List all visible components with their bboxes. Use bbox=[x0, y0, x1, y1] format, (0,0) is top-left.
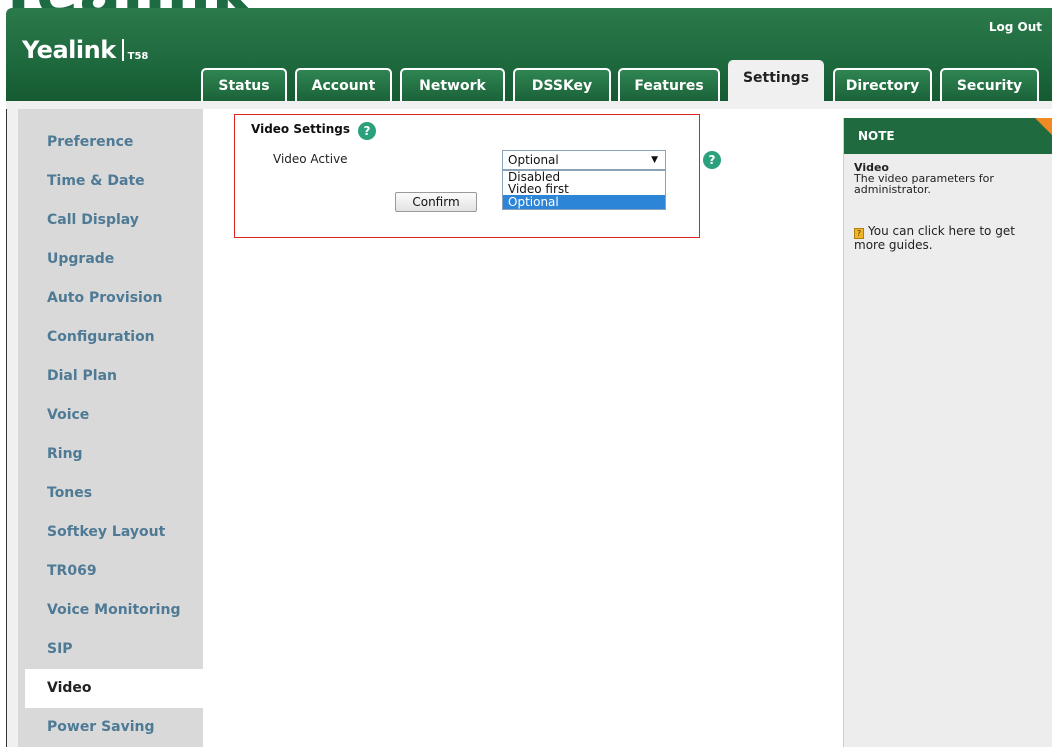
dropdown-option-optional[interactable]: Optional bbox=[503, 195, 665, 209]
main-content: Video Settings ? Video Active Optional ▼… bbox=[203, 109, 839, 747]
tab-underline-bar bbox=[6, 101, 1052, 109]
note-description: The video parameters for administrator. bbox=[854, 172, 994, 196]
sidebar-item-sip[interactable]: SIP bbox=[18, 630, 203, 669]
top-logo-strip: Yealink bbox=[0, 0, 1052, 8]
dropdown-arrow-icon: ▼ bbox=[651, 155, 658, 165]
sidebar-item-configuration[interactable]: Configuration bbox=[18, 318, 203, 357]
help-icon[interactable]: ? bbox=[358, 122, 376, 140]
video-active-dropdown-list: Disabled Video first Optional bbox=[502, 170, 666, 210]
note-panel: NOTE Video The video parameters for admi… bbox=[843, 118, 1052, 747]
logo-model: T58 bbox=[127, 51, 149, 62]
sidebar-item-softkey-layout[interactable]: Softkey Layout bbox=[18, 513, 203, 552]
sidebar-item-power-saving[interactable]: Power Saving bbox=[18, 708, 203, 747]
sidebar-item-auto-provision[interactable]: Auto Provision bbox=[18, 279, 203, 318]
note-heading: NOTE bbox=[844, 118, 1052, 154]
confirm-button[interactable]: Confirm bbox=[395, 192, 477, 212]
sidebar-item-video[interactable]: Video bbox=[25, 669, 210, 708]
field-help-icon[interactable]: ? bbox=[703, 151, 721, 169]
tab-network[interactable]: Network bbox=[400, 68, 505, 101]
sidebar-item-voice[interactable]: Voice bbox=[18, 396, 203, 435]
tab-account[interactable]: Account bbox=[295, 68, 392, 101]
video-active-select[interactable]: Optional ▼ bbox=[502, 150, 666, 170]
sidebar-item-call-display[interactable]: Call Display bbox=[18, 201, 203, 240]
sidebar-item-dial-plan[interactable]: Dial Plan bbox=[18, 357, 203, 396]
tab-directory[interactable]: Directory bbox=[833, 68, 932, 101]
note-guide: ? You can click here to get more guides. bbox=[854, 225, 1044, 252]
sidebar-nav: Preference Time & Date Call Display Upgr… bbox=[18, 109, 210, 747]
sidebar-item-voice-monitoring[interactable]: Voice Monitoring bbox=[18, 591, 203, 630]
note-body: Video The video parameters for administr… bbox=[854, 162, 1044, 252]
left-border bbox=[6, 109, 7, 747]
yealink-logo: Yealink T58 bbox=[22, 36, 148, 64]
video-active-label: Video Active bbox=[273, 152, 348, 166]
video-settings-highlight-box: Video Settings ? Video Active Optional ▼… bbox=[234, 114, 721, 238]
tab-features[interactable]: Features bbox=[618, 68, 720, 101]
video-settings-title: Video Settings bbox=[251, 122, 350, 136]
header-bar: Yealink T58 Log Out Status Account Networ… bbox=[6, 8, 1052, 101]
sidebar-item-tones[interactable]: Tones bbox=[18, 474, 203, 513]
note-guide-text[interactable]: You can click here to get more guides. bbox=[854, 224, 1015, 252]
logo-separator bbox=[121, 39, 124, 61]
note-corner-flag bbox=[1035, 118, 1052, 136]
video-active-selected-value: Optional bbox=[508, 153, 559, 167]
logout-link[interactable]: Log Out bbox=[989, 20, 1042, 34]
left-rail bbox=[6, 109, 18, 747]
cropped-brand-logo: Yealink bbox=[0, 0, 254, 8]
tab-status[interactable]: Status bbox=[201, 68, 287, 101]
tab-settings[interactable]: Settings bbox=[728, 60, 824, 101]
app-window: Yealink T58 Log Out Status Account Networ… bbox=[6, 8, 1052, 747]
sidebar-item-ring[interactable]: Ring bbox=[18, 435, 203, 474]
tab-security[interactable]: Security bbox=[940, 68, 1039, 101]
sidebar-item-upgrade[interactable]: Upgrade bbox=[18, 240, 203, 279]
logo-text: Yealink bbox=[22, 36, 116, 64]
tab-dsskey[interactable]: DSSKey bbox=[513, 68, 611, 101]
sidebar-item-tr069[interactable]: TR069 bbox=[18, 552, 203, 591]
sidebar-item-time-date[interactable]: Time & Date bbox=[18, 162, 203, 201]
sidebar-item-preference[interactable]: Preference bbox=[18, 123, 203, 162]
dropdown-option-video-first[interactable]: Video first bbox=[503, 183, 665, 195]
